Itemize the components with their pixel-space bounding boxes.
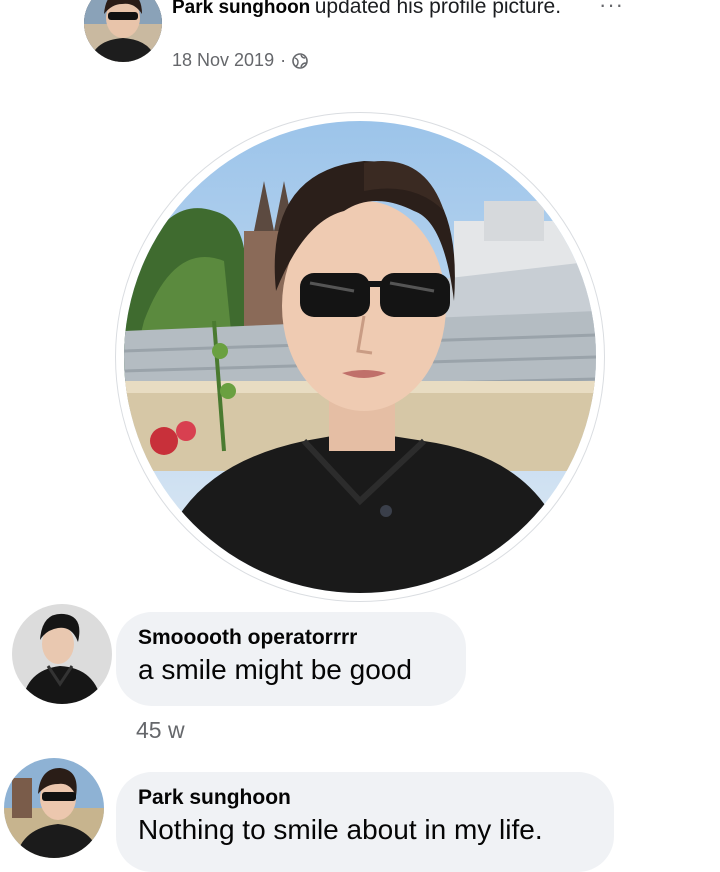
comment-timestamp[interactable]: 45 w (136, 717, 185, 744)
profile-picture[interactable] (124, 121, 596, 593)
comment-bubble: Smooooth operatorrrr a smile might be go… (116, 612, 466, 706)
meta-separator: · (280, 50, 287, 70)
globe-icon (292, 52, 308, 69)
comment-author[interactable]: Smooooth operatorrrr (138, 626, 442, 650)
profile-picture-frame[interactable] (116, 113, 604, 601)
post-action-text: updated his profile picture. (314, 0, 562, 18)
post-meta: 18 Nov 2019 · (172, 50, 308, 71)
reply-author[interactable]: Park sunghoon (138, 786, 590, 810)
post-date[interactable]: 18 Nov 2019 (172, 50, 274, 71)
post-author-name[interactable]: Park sunghoon (172, 0, 310, 18)
post-author-avatar[interactable] (84, 0, 162, 62)
commenter-avatar[interactable] (12, 604, 112, 704)
comment-text: a smile might be good (138, 654, 412, 685)
reply-author-avatar[interactable] (4, 758, 104, 858)
reply-text: Nothing to smile about in my life. (138, 814, 543, 845)
reply-bubble: Park sunghoon Nothing to smile about in … (116, 772, 614, 872)
more-options-icon[interactable]: ··· (599, 0, 624, 18)
